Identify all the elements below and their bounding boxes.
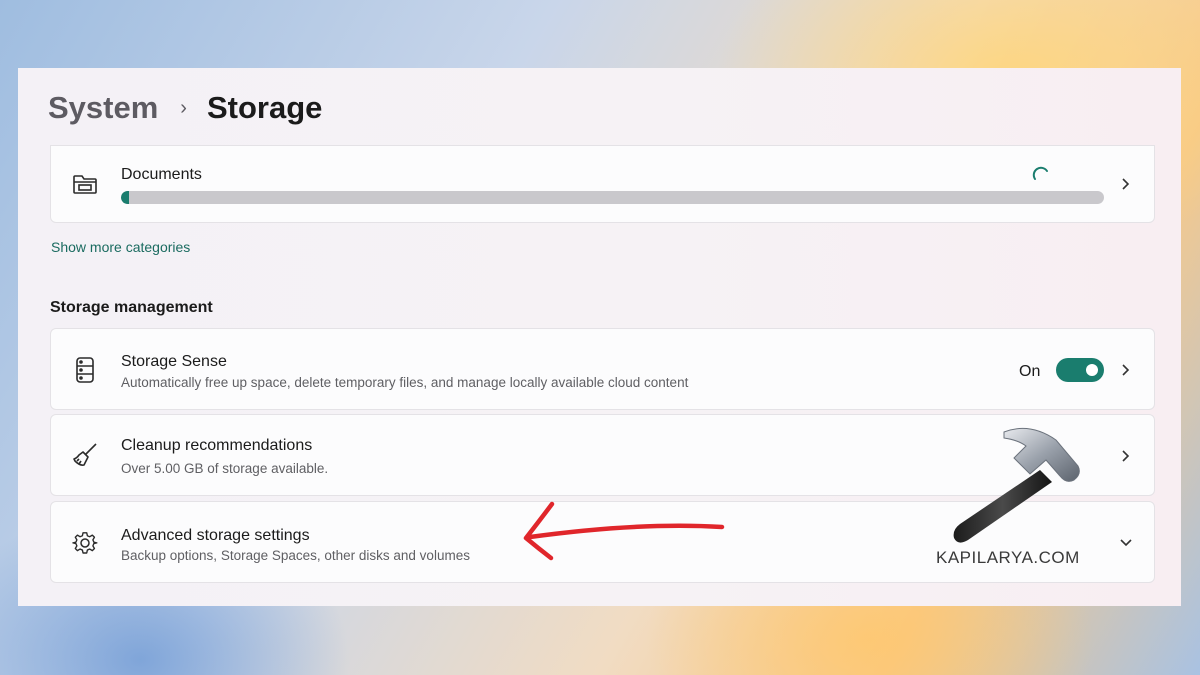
storage-sense-toggle-label: On — [1019, 363, 1041, 380]
watermark-text: KAPILARYA.COM — [936, 548, 1080, 567]
chevron-right-icon — [1122, 364, 1130, 376]
cleanup-recommendations-card[interactable]: Cleanup recommendations Over 5.00 GB of … — [50, 414, 1155, 496]
advanced-storage-settings-card[interactable]: Advanced storage settings Backup options… — [50, 501, 1155, 583]
settings-window: System › Storage Documents Show more cat… — [18, 68, 1181, 606]
folder-icon — [71, 170, 99, 198]
documents-usage-bar — [121, 191, 1104, 204]
show-more-categories-link[interactable]: Show more categories — [51, 239, 190, 255]
advanced-storage-title: Advanced storage settings — [121, 527, 310, 544]
loading-spinner-icon — [1032, 166, 1048, 180]
cleanup-title: Cleanup recommendations — [121, 437, 313, 454]
cleanup-description: Over 5.00 GB of storage available. — [121, 461, 329, 476]
documents-label: Documents — [121, 166, 202, 183]
breadcrumb-system[interactable]: System — [48, 90, 158, 126]
gear-icon — [71, 529, 99, 557]
broom-icon — [71, 441, 99, 469]
toggle-knob — [1086, 364, 1098, 376]
storage-management-heading: Storage management — [50, 299, 213, 316]
page-title: Storage — [206, 90, 323, 125]
drive-icon — [71, 356, 99, 384]
breadcrumb: System › Storage — [48, 90, 322, 126]
storage-sense-description: Automatically free up space, delete temp… — [121, 375, 689, 390]
documents-usage-fill — [121, 191, 129, 204]
advanced-storage-description: Backup options, Storage Spaces, other di… — [121, 548, 470, 563]
documents-card[interactable]: Documents — [50, 145, 1155, 223]
chevron-down-icon — [1120, 539, 1132, 547]
storage-sense-card[interactable]: Storage Sense Automatically free up spac… — [50, 328, 1155, 410]
storage-sense-title: Storage Sense — [121, 353, 227, 370]
breadcrumb-separator: › — [180, 96, 187, 119]
chevron-right-icon — [1122, 450, 1130, 462]
storage-sense-toggle[interactable] — [1056, 358, 1104, 382]
chevron-right-icon — [1122, 178, 1130, 190]
